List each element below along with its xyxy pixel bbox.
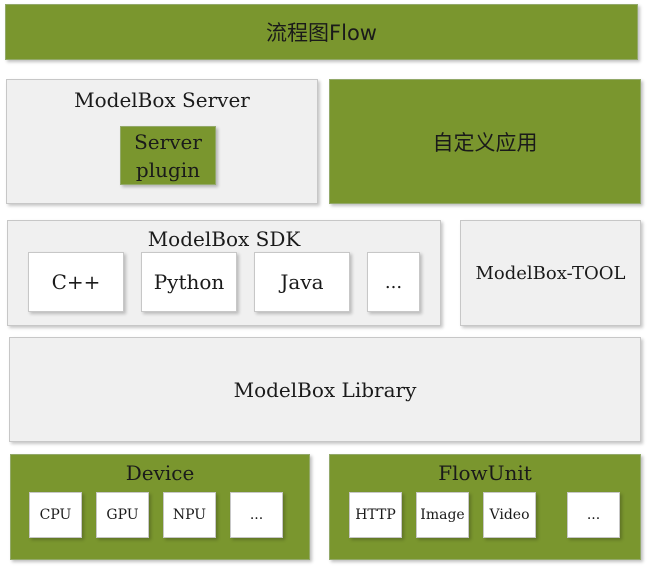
device-item-more: ...: [230, 492, 283, 538]
flowunit-item-http: HTTP: [349, 492, 402, 538]
device-item-label: GPU: [106, 507, 139, 523]
sdk-language-more: ...: [367, 252, 420, 312]
modelbox-server-box: ModelBox Server Server plugin: [6, 79, 318, 204]
modelbox-library-label: ModelBox Library: [233, 377, 417, 402]
flow-layer: 流程图Flow: [5, 4, 638, 60]
flowunit-item-label: HTTP: [355, 507, 396, 523]
flowunit-item-label: Video: [489, 507, 530, 523]
device-item-label: CPU: [39, 507, 72, 523]
sdk-language-label: C++: [51, 270, 101, 294]
custom-app-box: 自定义应用: [329, 79, 641, 204]
sdk-language-python: Python: [141, 252, 237, 312]
server-plugin-line2: plugin: [135, 157, 201, 182]
sdk-language-java: Java: [254, 252, 350, 312]
device-item-label: NPU: [172, 507, 207, 523]
flowunit-title: FlowUnit: [438, 461, 532, 485]
modelbox-tool-label: ModelBox-TOOL: [475, 262, 626, 284]
sdk-language-label: Java: [280, 270, 324, 294]
custom-app-label: 自定义应用: [432, 130, 538, 155]
flowunit-item-image: Image: [416, 492, 469, 538]
device-box: Device CPU GPU NPU ...: [10, 454, 310, 560]
device-title: Device: [125, 461, 195, 485]
server-plugin-box: Server plugin: [120, 126, 216, 185]
server-plugin-line1: Server: [134, 129, 202, 154]
flow-title: 流程图Flow: [266, 21, 377, 45]
flowunit-item-video: Video: [483, 492, 536, 538]
flowunit-item-label: Image: [420, 507, 465, 523]
device-item-npu: NPU: [163, 492, 216, 538]
device-item-cpu: CPU: [29, 492, 82, 538]
flowunit-item-more: ...: [567, 492, 620, 538]
modelbox-sdk-box: ModelBox SDK C++ Python Java ...: [7, 220, 441, 326]
device-item-label: ...: [249, 507, 264, 523]
sdk-language-label: Python: [153, 270, 225, 294]
modelbox-sdk-title: ModelBox SDK: [147, 227, 301, 251]
modelbox-library-box: ModelBox Library: [9, 337, 641, 442]
sdk-language-label: ...: [384, 271, 403, 293]
sdk-language-cpp: C++: [28, 252, 124, 312]
flowunit-item-label: ...: [586, 507, 601, 523]
modelbox-tool-box: ModelBox-TOOL: [460, 220, 641, 326]
device-item-gpu: GPU: [96, 492, 149, 538]
flowunit-box: FlowUnit HTTP Image Video ...: [329, 454, 641, 560]
modelbox-server-title: ModelBox Server: [74, 88, 250, 112]
